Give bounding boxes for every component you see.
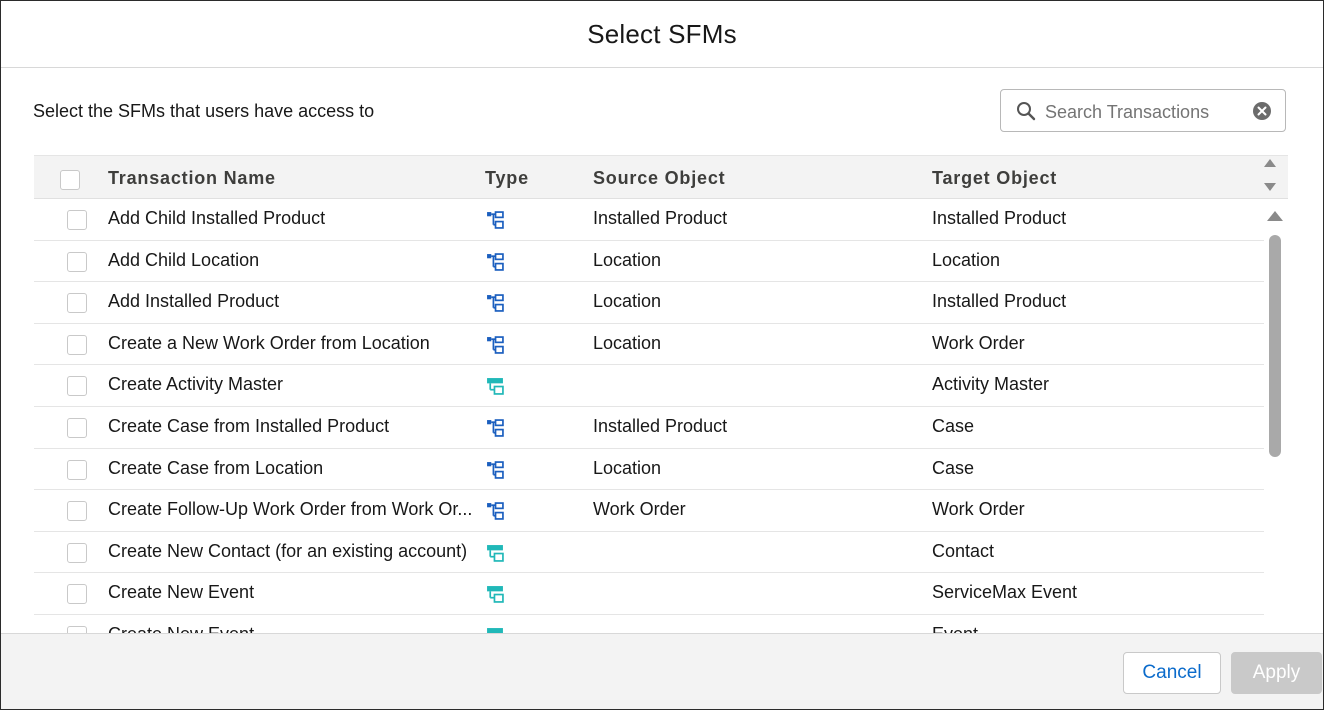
scrollbar-thumb[interactable] xyxy=(1269,235,1281,457)
hierarchy-icon xyxy=(487,419,504,437)
transactions-table: Transaction Name Type Source Object Targ… xyxy=(34,155,1288,633)
row-checkbox[interactable] xyxy=(67,501,87,522)
modal-title: Select SFMs xyxy=(587,18,737,49)
source-object-cell: Location xyxy=(593,291,662,312)
table-body: Add Child Installed Product Installed Pro… xyxy=(34,199,1264,633)
source-object-cell: Installed Product xyxy=(593,208,728,228)
row-checkbox[interactable] xyxy=(67,417,87,438)
hierarchy-icon xyxy=(487,460,504,479)
transaction-name-cell: Create Case from Location xyxy=(108,457,324,478)
target-object-cell: Contact xyxy=(932,540,995,561)
target-object-cell: Case xyxy=(932,457,975,478)
scroll-up-arrow[interactable] xyxy=(1267,211,1283,221)
table-row[interactable]: Create New Contact (for an existing acco… xyxy=(34,532,1264,574)
target-object-cell: Location xyxy=(932,249,1001,270)
target-object-cell: ServiceMax Event xyxy=(932,582,1078,603)
transaction-name-cell: Create a New Work Order from Location xyxy=(108,332,430,353)
table-row[interactable]: Add Child Installed Product Installed Pro… xyxy=(34,199,1264,241)
column-header-source-object[interactable]: Source Object xyxy=(593,168,725,189)
table-row[interactable]: Add Child Location Location Location xyxy=(34,241,1264,283)
target-object-cell: Installed Product xyxy=(932,208,1067,228)
row-checkbox[interactable] xyxy=(67,251,87,272)
hierarchy-icon xyxy=(487,252,504,271)
target-object-cell: Case xyxy=(932,415,975,436)
search-box[interactable] xyxy=(1000,89,1286,132)
transaction-name-cell: Create Case from Installed Product xyxy=(108,415,390,436)
select-all-checkbox[interactable] xyxy=(60,170,80,190)
transaction-name-cell: Create New Event xyxy=(108,624,254,633)
cancel-button[interactable]: Cancel xyxy=(1123,652,1221,694)
source-object-cell: Work Order xyxy=(593,499,686,520)
transaction-name-cell: Create New Contact (for an existing acco… xyxy=(108,540,468,561)
modal-subtitle: Select the SFMs that users have access t… xyxy=(33,101,375,121)
row-checkbox[interactable] xyxy=(67,293,87,314)
hierarchy-icon xyxy=(487,294,504,312)
transaction-name-cell: Create Follow-Up Work Order from Work Or… xyxy=(108,499,473,520)
row-checkbox[interactable] xyxy=(67,542,87,563)
hierarchy-icon xyxy=(487,502,504,520)
table-row[interactable]: Create Case from Installed Product Instal… xyxy=(34,407,1264,449)
row-checkbox[interactable] xyxy=(67,376,87,397)
search-input[interactable] xyxy=(1043,98,1247,126)
column-header-target-object[interactable]: Target Object xyxy=(932,168,1057,189)
source-object-cell: Location xyxy=(593,332,662,353)
column-header-type[interactable]: Type xyxy=(485,168,529,189)
apply-button[interactable]: Apply xyxy=(1231,652,1322,694)
column-header-transaction-name[interactable]: Transaction Name xyxy=(108,168,276,189)
source-object-cell: Location xyxy=(593,457,662,478)
sort-ascending-icon[interactable] xyxy=(1264,159,1276,167)
row-checkbox[interactable] xyxy=(67,625,87,633)
table-row[interactable]: Create Activity Master Activity Master xyxy=(34,365,1264,407)
sort-descending-icon[interactable] xyxy=(1264,183,1276,191)
transaction-name-cell: Add Child Installed Product xyxy=(108,208,326,228)
table-row[interactable]: Create New Event ServiceMax Event xyxy=(34,573,1264,615)
transaction-name-cell: Add Installed Product xyxy=(108,291,280,312)
table-header: Transaction Name Type Source Object Targ… xyxy=(34,155,1288,199)
hierarchy-icon xyxy=(487,211,504,229)
target-object-cell: Work Order xyxy=(932,332,1025,353)
modal-header: Select SFMs xyxy=(1,1,1323,68)
target-object-cell: Work Order xyxy=(932,499,1025,520)
table-row[interactable]: Create Case from Location Location Case xyxy=(34,449,1264,491)
search-icon xyxy=(1017,102,1036,121)
standalone-icon xyxy=(487,544,504,562)
modal-footer: Cancel Apply xyxy=(1,633,1323,709)
table-row[interactable]: Create a New Work Order from Location Loc… xyxy=(34,324,1264,366)
transaction-name-cell: Create Activity Master xyxy=(108,374,284,395)
target-object-cell: Activity Master xyxy=(932,374,1050,395)
row-checkbox[interactable] xyxy=(67,210,87,230)
table-row[interactable]: Create Follow-Up Work Order from Work Or… xyxy=(34,490,1264,532)
row-checkbox[interactable] xyxy=(67,584,87,605)
row-checkbox[interactable] xyxy=(67,334,87,355)
source-object-cell: Installed Product xyxy=(593,415,728,436)
standalone-icon xyxy=(487,378,504,396)
table-row[interactable]: Create New Event Event xyxy=(34,615,1264,633)
row-checkbox[interactable] xyxy=(67,459,87,480)
clear-search-icon[interactable] xyxy=(1252,101,1272,121)
select-sfms-modal: Select SFMs Select the SFMs that users h… xyxy=(0,0,1324,710)
target-object-cell: Installed Product xyxy=(932,291,1067,312)
standalone-icon xyxy=(487,586,504,604)
hierarchy-icon xyxy=(487,335,504,354)
target-object-cell: Event xyxy=(932,624,978,633)
transaction-name-cell: Add Child Location xyxy=(108,249,260,270)
table-row[interactable]: Add Installed Product Location Installed P… xyxy=(34,282,1264,324)
transaction-name-cell: Create New Event xyxy=(108,582,255,603)
source-object-cell: Location xyxy=(593,249,662,270)
